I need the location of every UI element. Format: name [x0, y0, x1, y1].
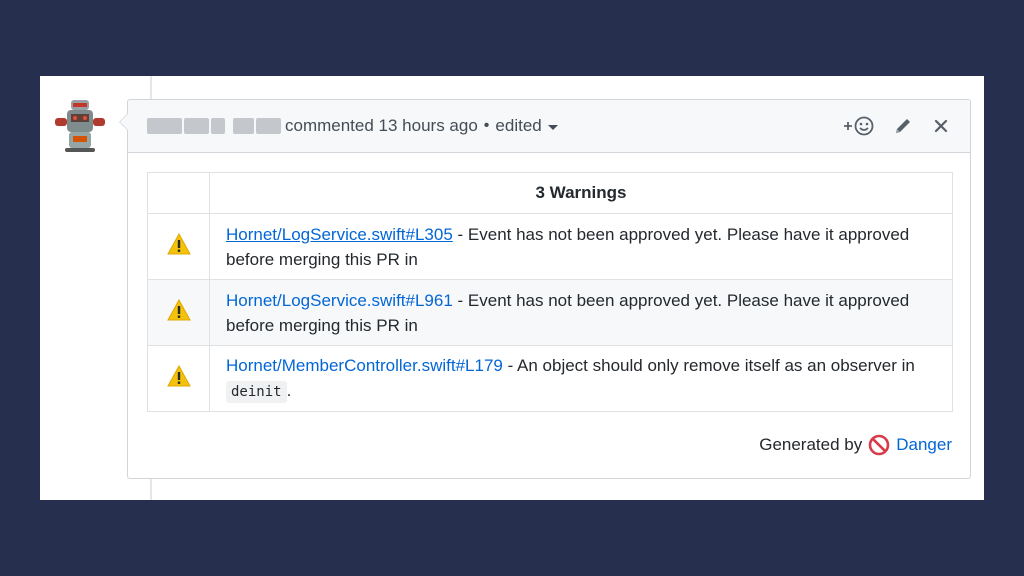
robot-avatar-icon	[55, 100, 105, 152]
screenshot-frame: commented 13 hours ago • edited 3 Warnin…	[40, 76, 984, 500]
comment-actions	[842, 115, 952, 137]
table-row: Hornet/LogService.swift#L305 - Event has…	[147, 213, 953, 280]
edited-label: edited	[495, 116, 542, 135]
file-link[interactable]: Hornet/LogService.swift#L961	[226, 291, 453, 310]
edited-dropdown[interactable]: edited	[495, 116, 558, 136]
table-row: Hornet/LogService.swift#L961 - Event has…	[147, 279, 953, 346]
redacted-block	[232, 118, 254, 134]
table-row: Hornet/MemberController.swift#L179 - An …	[147, 345, 953, 412]
table-header-row: 3 Warnings	[147, 172, 953, 214]
no-entry-icon-wrap	[868, 434, 890, 456]
warning-text: - An object should only remove itself as…	[502, 355, 915, 375]
comment-header: commented 13 hours ago • edited	[128, 100, 970, 153]
no-entry-icon	[868, 434, 890, 456]
warning-icon-cell	[147, 213, 210, 280]
avatar[interactable]	[53, 98, 107, 154]
close-button[interactable]	[930, 115, 952, 137]
pencil-icon	[896, 119, 910, 133]
warning-message: Hornet/LogService.swift#L961 - Event has…	[209, 279, 953, 346]
redacted-block	[255, 118, 281, 134]
comment-body: 3 Warnings Hornet/LogService.swift#L305 …	[128, 153, 970, 412]
table-header-empty	[147, 172, 210, 214]
warning-icon-cell	[147, 279, 210, 346]
add-reaction-icon	[844, 116, 874, 136]
generated-by-footer: Generated by Danger	[759, 434, 952, 456]
redacted-block	[147, 118, 182, 134]
danger-link[interactable]: Danger	[896, 435, 952, 455]
redacted-block	[183, 118, 209, 134]
warning-message: Hornet/LogService.swift#L305 - Event has…	[209, 213, 953, 280]
warning-icon-cell	[147, 345, 210, 412]
code-snippet: deinit	[226, 380, 287, 403]
warning-message: Hornet/MemberController.swift#L179 - An …	[209, 345, 953, 412]
warning-icon	[166, 232, 191, 255]
add-reaction-button[interactable]	[842, 115, 876, 137]
file-link[interactable]: Hornet/LogService.swift#L305	[226, 225, 453, 244]
chevron-down-icon	[547, 124, 558, 130]
redacted-block	[211, 118, 225, 134]
edit-comment-button[interactable]	[892, 115, 914, 137]
comment-box: commented 13 hours ago • edited 3 Warnin…	[119, 99, 971, 479]
comment-caret-fill	[120, 114, 128, 130]
warning-icon	[166, 298, 191, 321]
warning-text-end: .	[286, 380, 292, 400]
table-header-title: 3 Warnings	[209, 172, 953, 214]
warning-icon	[166, 364, 191, 387]
close-icon	[934, 119, 948, 133]
comment-timestamp[interactable]: commented 13 hours ago	[285, 116, 478, 136]
generated-by-label: Generated by	[759, 435, 863, 454]
file-link[interactable]: Hornet/MemberController.swift#L179	[226, 356, 503, 375]
header-separator: •	[483, 117, 490, 134]
author-name-redacted[interactable]	[147, 115, 281, 137]
warnings-table: 3 Warnings Hornet/LogService.swift#L305 …	[147, 172, 953, 412]
